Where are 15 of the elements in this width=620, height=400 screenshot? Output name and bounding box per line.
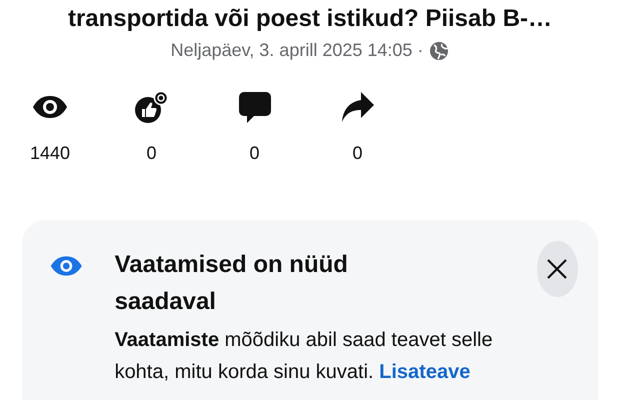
post-title: transportida või poest istikud? Piisab B-…	[68, 4, 552, 34]
globe-icon	[429, 40, 450, 60]
stat-count: 0	[352, 143, 362, 164]
share-arrow-icon	[340, 91, 374, 123]
stat-count: 0	[249, 143, 260, 164]
post-date: Neljapäev, 3. aprill 2025 14:05 ·	[170, 40, 424, 61]
notice-text: Vaatamiste mõõdiku abil saad teavet selle kohta, mitu korda sinu kuvati. Lisateave	[114, 328, 494, 385]
close-icon	[546, 258, 568, 280]
eye-icon	[32, 95, 68, 119]
thumbs-up-icon	[134, 90, 170, 124]
stat-count: 1440	[30, 143, 70, 164]
learn-more-link[interactable]: Lisateave	[379, 361, 470, 383]
notice-title: Vaatamised on nüüd saadaval	[114, 250, 349, 317]
stat-count: 0	[146, 143, 156, 164]
speech-bubble-icon	[238, 90, 272, 124]
